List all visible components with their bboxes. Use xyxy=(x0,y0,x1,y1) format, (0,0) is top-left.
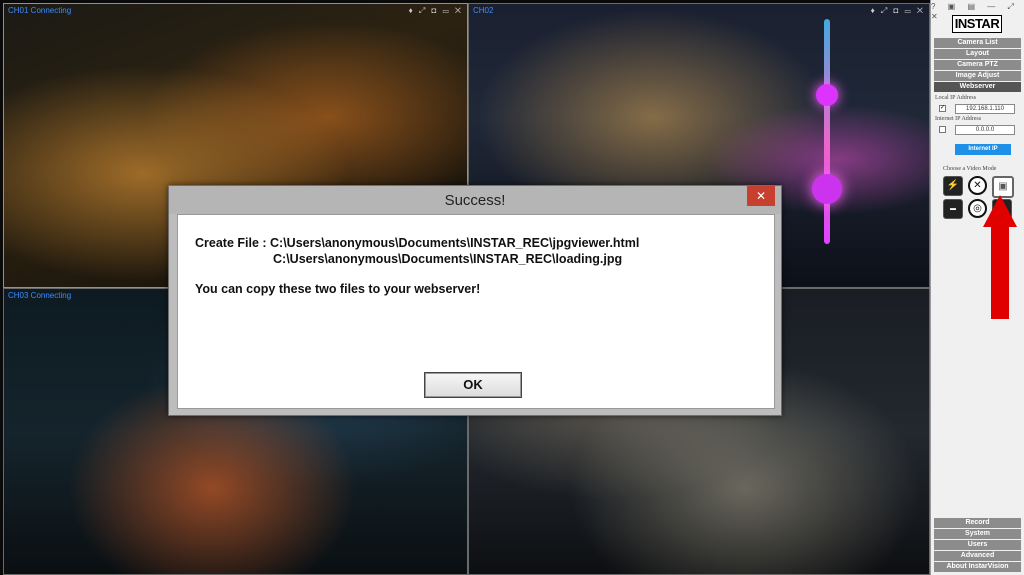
internet-ip-label: Internet IP Address xyxy=(935,116,982,122)
nav-users[interactable]: Users xyxy=(934,540,1021,550)
tv-tower-sphere xyxy=(816,84,838,106)
flash-player-icon[interactable]: ▬ xyxy=(943,199,963,219)
internet-ip-checkbox[interactable] xyxy=(939,126,946,133)
tv-tower-sphere xyxy=(812,174,842,204)
dialog-message-line1: Create File : C:\Users\anonymous\Documen… xyxy=(195,236,640,250)
dialog-message-line2: C:\Users\anonymous\Documents\INSTAR_REC\… xyxy=(273,252,623,266)
camera-label: CH01 Connecting xyxy=(8,6,72,15)
nav-camera-ptz[interactable]: Camera PTZ xyxy=(934,60,1021,70)
camera-toolbar[interactable]: ♦ ⤢ ◘ ▭ ✕ xyxy=(409,6,463,16)
dialog-titlebar: Success! ✕ xyxy=(169,186,781,214)
nav-about[interactable]: About InstarVision xyxy=(934,562,1021,572)
nav-camera-list[interactable]: Camera List xyxy=(934,38,1021,48)
success-dialog: Success! ✕ Create File : C:\Users\anonym… xyxy=(168,185,782,416)
internet-ip-button[interactable]: Internet IP xyxy=(955,144,1011,155)
x-mode-icon[interactable]: ✕ xyxy=(968,176,987,195)
nav-record[interactable]: Record xyxy=(934,518,1021,528)
control-sidebar: ? ▣ ▤ — ⤢ ✕ INSTAR Camera List Layout Ca… xyxy=(930,0,1024,575)
nav-webserver[interactable]: Webserver xyxy=(934,82,1021,92)
dialog-title: Success! xyxy=(444,192,506,209)
red-arrow-head xyxy=(983,195,1017,227)
red-arrow-shaft xyxy=(991,225,1009,319)
dialog-message-line3: You can copy these two files to your web… xyxy=(195,282,481,296)
nav-layout[interactable]: Layout xyxy=(934,49,1021,59)
instar-logo: INSTAR xyxy=(952,15,1002,33)
nav-advanced[interactable]: Advanced xyxy=(934,551,1021,561)
nav-image-adjust[interactable]: Image Adjust xyxy=(934,71,1021,81)
local-ip-field[interactable]: 192.168.1.110 xyxy=(955,104,1015,114)
flash-mode-icon[interactable]: ⚡ xyxy=(943,176,963,196)
camera-toolbar[interactable]: ♦ ⤢ ◘ ▭ ✕ xyxy=(871,6,925,16)
internet-ip-field[interactable]: 0.0.0.0 xyxy=(955,125,1015,135)
dialog-body: Create File : C:\Users\anonymous\Documen… xyxy=(177,214,775,409)
camera-label: CH02 xyxy=(473,6,494,15)
local-ip-checkbox[interactable]: ✓ xyxy=(939,105,946,112)
camera-label: CH03 Connecting xyxy=(8,291,72,300)
close-icon[interactable]: ✕ xyxy=(747,186,775,206)
ok-button[interactable]: OK xyxy=(424,372,522,398)
tv-tower-graphic xyxy=(824,19,830,244)
local-ip-label: Local IP Address xyxy=(935,95,977,101)
nav-system[interactable]: System xyxy=(934,529,1021,539)
video-mode-label: Choose a Video Mode xyxy=(943,166,997,172)
